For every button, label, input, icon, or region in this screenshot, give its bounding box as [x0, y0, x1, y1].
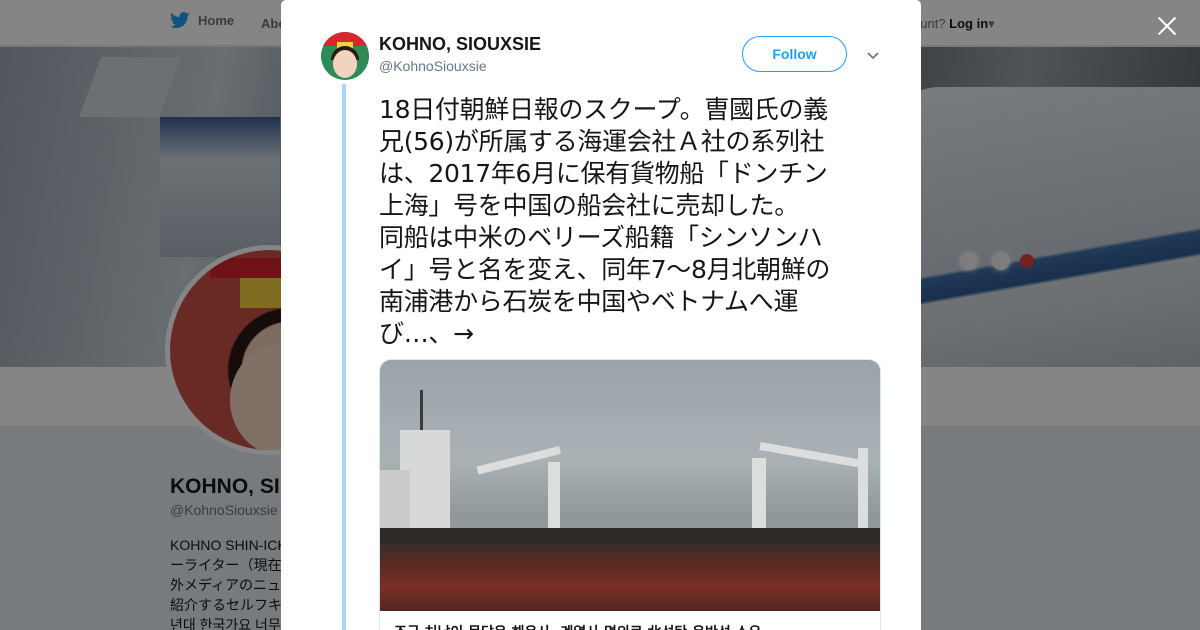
- tweet-author-avatar[interactable]: [321, 32, 369, 80]
- link-preview-card[interactable]: 조국 처남이 몸담은 해운사, 계열사 명의로 北석탄 운반선 소유: [379, 359, 881, 630]
- ship-superstructure: [380, 470, 410, 530]
- tweet-text-line: 南浦港から石炭を中国やベトナムへ運: [379, 287, 799, 316]
- tweet-text-line: イ」号と名を変え、同年7〜8月北朝鮮の: [379, 255, 831, 284]
- tweet-modal: KOHNO, SIOUXSIE @KohnoSiouxsie Follow 18…: [281, 0, 921, 630]
- ship-hull: [380, 544, 880, 611]
- tweet-text-line: は、2017年6月に保有貨物船「ドンチン: [379, 159, 828, 188]
- avatar-face: [333, 50, 357, 78]
- ship-crane: [752, 458, 766, 530]
- tweet-text: 18日付朝鮮日報のスクープ。曺國氏の義 兄(56)が所属する海運会社Ａ社の系列社…: [379, 94, 884, 350]
- card-image: [380, 360, 880, 611]
- tweet-text-line: 同船は中米のベリーズ船籍「シンソンハ: [379, 223, 823, 252]
- follow-button[interactable]: Follow: [742, 36, 847, 72]
- tweet-text-line: 18日付朝鮮日報のスクープ。曺國氏の義: [379, 95, 828, 124]
- ship-crane: [548, 462, 560, 532]
- thread-line: [342, 84, 346, 630]
- chevron-down-icon[interactable]: [866, 48, 880, 62]
- ship-mast: [420, 390, 423, 435]
- ship-crane: [858, 448, 868, 530]
- tweet-text-line[interactable]: び…、→: [379, 318, 884, 350]
- tweet-author-handle[interactable]: @KohnoSiouxsie: [379, 58, 487, 74]
- card-title: 조국 처남이 몸담은 해운사, 계열사 명의로 北석탄 운반선 소유: [394, 622, 874, 630]
- tweet-text-line: 上海」号を中国の船会社に売却した。: [379, 191, 799, 220]
- close-icon[interactable]: [1153, 12, 1181, 40]
- tweet-author-name[interactable]: KOHNO, SIOUXSIE: [379, 34, 541, 55]
- ship-crane-arm: [759, 442, 860, 468]
- tweet-text-line: 兄(56)が所属する海運会社Ａ社の系列社: [379, 127, 825, 156]
